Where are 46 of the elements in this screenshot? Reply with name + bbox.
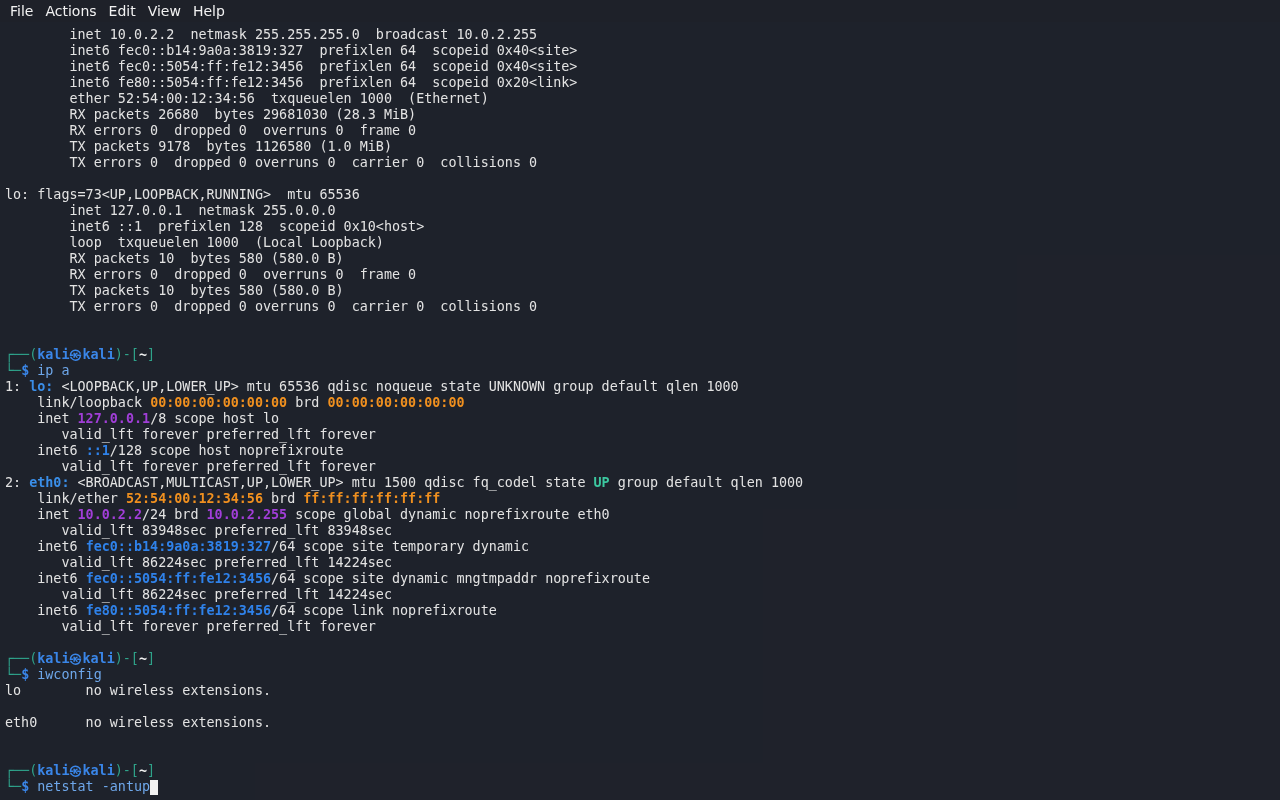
terminal-line: inet6 ::1/128 scope host noprefixroute xyxy=(36,443,344,459)
terminal-line: inet6 fe80::5054:ff:fe12:3456/64 scope link noprefixroute xyxy=(36,603,497,619)
menu-item[interactable]: File xyxy=(4,0,40,22)
terminal-line: RX errors 0 dropped 0 overruns 0 frame 0 xyxy=(68,267,417,283)
terminal-line: inet 10.0.2.2 netmask 255.255.255.0 broadcast 10.0.2.255 xyxy=(68,27,538,43)
terminal-line: eth0 no wireless extensions. xyxy=(5,715,272,731)
terminal-line: RX packets 10 bytes 580 (580.0 B) xyxy=(68,251,344,267)
terminal-line: valid_lft 86224sec preferred_lft 14224sec xyxy=(60,555,392,571)
terminal-line: RX packets 26680 bytes 29681030 (28.3 MiB) xyxy=(68,107,417,123)
terminal-line: 2: eth0: <BROADCAST,MULTICAST,UP,LOWER_UP> mtu 1500 qdisc fq_codel state UP group default qlen 1000 xyxy=(5,475,804,491)
terminal-line: inet6 fec0::5054:ff:fe12:3456 prefixlen 64 scopeid 0x40<site> xyxy=(68,59,578,75)
terminal-line: ether 52:54:00:12:34:56 txqueuelen 1000 (Ethernet) xyxy=(68,91,489,107)
terminal-line: lo: flags=73<UP,LOOPBACK,RUNNING> mtu 65536 xyxy=(5,187,360,203)
terminal-line: inet6 ::1 prefixlen 128 scopeid 0x10<host> xyxy=(68,219,425,235)
terminal-line: link/ether 52:54:00:12:34:56 brd ff:ff:ff:ff:ff:ff xyxy=(36,491,441,507)
terminal-line: TX errors 0 dropped 0 overruns 0 carrier 0 collisions 0 xyxy=(68,155,538,171)
terminal-line: inet 127.0.0.1 netmask 255.0.0.0 xyxy=(68,203,336,219)
terminal-line: inet6 fec0::b14:9a0a:3819:327/64 scope site temporary dynamic xyxy=(36,539,530,555)
terminal-line: inet6 fec0::b14:9a0a:3819:327 prefixlen 64 scopeid 0x40<site> xyxy=(68,43,578,59)
terminal-line: valid_lft forever preferred_lft forever xyxy=(60,459,376,475)
terminal-line: inet6 fec0::5054:ff:fe12:3456/64 scope site dynamic mngtmpaddr noprefixroute xyxy=(36,571,650,587)
menu-item[interactable]: Edit xyxy=(102,0,142,22)
terminal-line: ┌──(kali㉿kali)-[~] xyxy=(5,763,156,779)
terminal-line: inet 127.0.0.1/8 scope host lo xyxy=(36,411,280,427)
terminal-line: lo no wireless extensions. xyxy=(5,683,272,699)
menu-item[interactable]: View xyxy=(141,0,187,22)
terminal-line: link/loopback 00:00:00:00:00:00 brd 00:00:00:00:00:00 xyxy=(36,395,465,411)
terminal-line: TX packets 9178 bytes 1126580 (1.0 MiB) xyxy=(68,139,392,155)
menu-item[interactable]: Actions xyxy=(39,0,103,22)
terminal-line: inet6 fe80::5054:ff:fe12:3456 prefixlen 64 scopeid 0x20<link> xyxy=(68,75,578,91)
terminal-line: ┌──(kali㉿kali)-[~] xyxy=(5,347,156,363)
menu-item[interactable]: Help xyxy=(186,0,231,22)
terminal-line: valid_lft 86224sec preferred_lft 14224sec xyxy=(60,587,392,603)
terminal-line: inet 10.0.2.2/24 brd 10.0.2.255 scope global dynamic noprefixroute eth0 xyxy=(36,507,610,523)
terminal-line: └─$ netstat -antup xyxy=(5,779,151,795)
terminal-line: TX errors 0 dropped 0 overruns 0 carrier 0 collisions 0 xyxy=(68,299,538,315)
terminal-line: TX packets 10 bytes 580 (580.0 B) xyxy=(68,283,344,299)
terminal-line: ┌──(kali㉿kali)-[~] xyxy=(5,651,156,667)
terminal-line: loop txqueuelen 1000 (Local Loopback) xyxy=(68,235,384,251)
terminal-line: valid_lft 83948sec preferred_lft 83948sec xyxy=(60,523,392,539)
terminal-line: └─$ ip a xyxy=(5,363,70,379)
terminal-line: valid_lft forever preferred_lft forever xyxy=(60,427,376,443)
terminal-line: └─$ iwconfig xyxy=(5,667,102,683)
terminal-line: RX errors 0 dropped 0 overruns 0 frame 0 xyxy=(68,123,417,139)
terminal-line: 1: lo: <LOOPBACK,UP,LOWER_UP> mtu 65536 qdisc noqueue state UNKNOWN group default qlen 1000 xyxy=(5,379,739,395)
terminal-line: valid_lft forever preferred_lft forever xyxy=(60,619,376,635)
